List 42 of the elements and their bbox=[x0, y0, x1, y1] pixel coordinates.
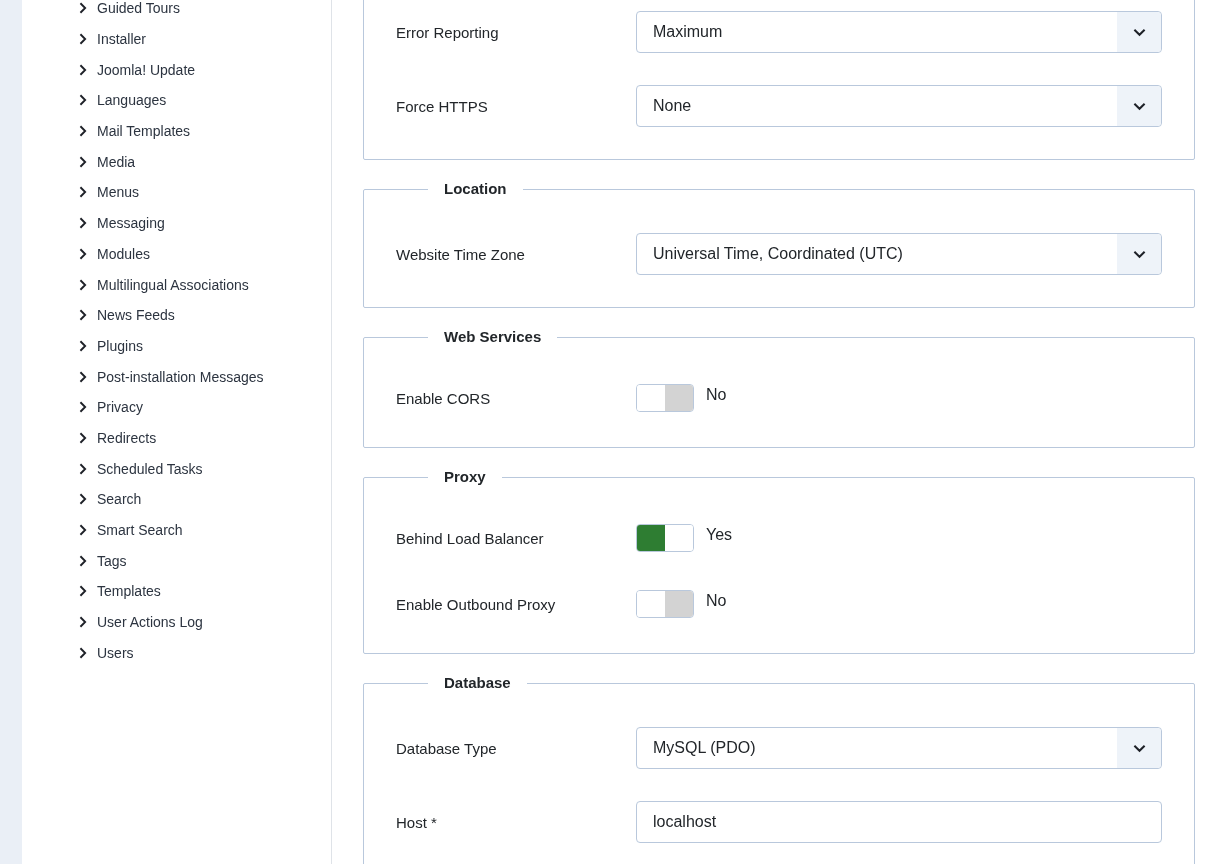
field-label: Enable Outbound Proxy bbox=[396, 595, 557, 613]
dropdown[interactable]: Maximum bbox=[636, 11, 1162, 53]
sidebar-item[interactable]: Templates bbox=[79, 576, 331, 607]
toggle-state-text: Yes bbox=[706, 526, 733, 544]
dropdown[interactable]: None bbox=[636, 85, 1162, 127]
field-label: Force HTTPS bbox=[396, 97, 489, 115]
sidebar-item[interactable]: Mail Templates bbox=[79, 115, 331, 147]
dropdown[interactable]: MySQL (PDO) bbox=[636, 727, 1162, 769]
toggle-state-text: No bbox=[706, 592, 727, 610]
section-title: Location bbox=[443, 179, 508, 199]
sidebar-item[interactable]: Languages bbox=[79, 85, 331, 116]
section-title: Web Services bbox=[443, 327, 543, 347]
field-label: Website Time Zone bbox=[396, 245, 526, 263]
sidebar-item[interactable]: Joomla! Update bbox=[79, 54, 331, 86]
sidebar-item[interactable]: User Actions Log bbox=[79, 606, 331, 638]
sidebar-item[interactable]: Menus bbox=[79, 177, 331, 208]
sidebar-item[interactable]: Guided Tours bbox=[79, 0, 331, 24]
sidebar-item[interactable]: News Feeds bbox=[79, 299, 331, 331]
sidebar-item[interactable]: Privacy bbox=[79, 391, 331, 423]
sidebar-item[interactable]: Post-installation Messages bbox=[79, 361, 331, 392]
sidebar-item[interactable]: Search bbox=[79, 484, 331, 515]
sidebar-item[interactable]: Media bbox=[79, 146, 331, 178]
section-title: Proxy bbox=[443, 467, 487, 487]
sidebar-item[interactable]: Plugins bbox=[79, 330, 331, 362]
sidebar-item[interactable]: Messaging bbox=[79, 207, 331, 239]
dropdown[interactable]: Universal Time, Coordinated (UTC) bbox=[636, 233, 1162, 275]
field-label: Enable CORS bbox=[396, 389, 492, 407]
input-field[interactable]: localhost bbox=[636, 801, 1162, 843]
field-label: Database Type bbox=[396, 739, 498, 757]
toggle-state-text: No bbox=[706, 386, 727, 404]
field-label: Behind Load Balancer bbox=[396, 529, 545, 547]
sidebar-item[interactable]: Scheduled Tasks bbox=[79, 453, 331, 484]
sidebar-item[interactable]: Tags bbox=[79, 545, 331, 577]
sidebar-item[interactable]: Redirects bbox=[79, 422, 331, 454]
sidebar-item[interactable]: Modules bbox=[79, 238, 331, 270]
field-label: Error Reporting bbox=[396, 23, 500, 41]
sidebar-item[interactable]: Users bbox=[79, 637, 331, 669]
field-label: Host * bbox=[396, 813, 438, 831]
section-title: Database bbox=[443, 673, 512, 693]
sidebar-item[interactable]: Smart Search bbox=[79, 514, 331, 546]
sidebar-item[interactable]: Installer bbox=[79, 23, 331, 55]
sidebar-item[interactable]: Multilingual Associations bbox=[79, 269, 331, 300]
